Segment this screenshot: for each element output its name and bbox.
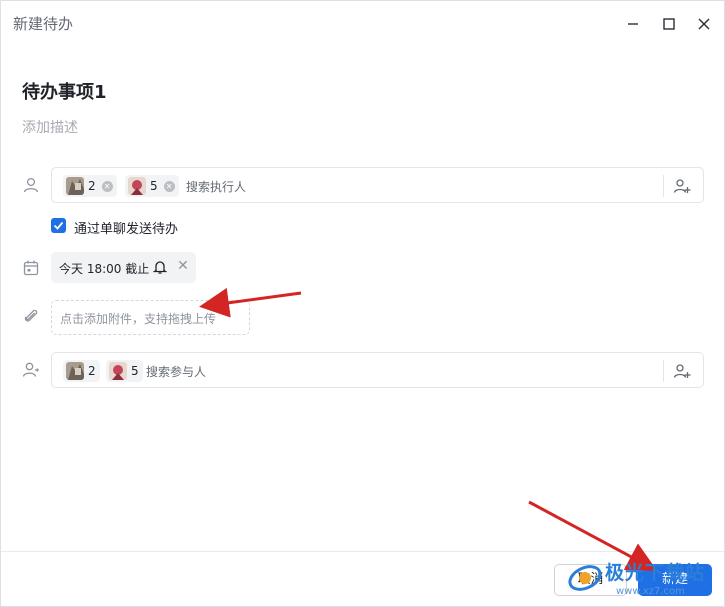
- avatar: [66, 362, 84, 380]
- add-user-icon[interactable]: [673, 177, 691, 195]
- calendar-icon: [22, 259, 40, 277]
- new-todo-window: 新建待办 待办事项1 添加描述 2 ✕ 5 ✕ 搜索执行人 通过单聊发送待办 今…: [0, 0, 725, 607]
- participant-icon: [22, 361, 40, 379]
- attachment-placeholder: 点击添加附件，支持拖拽上传: [60, 312, 217, 326]
- send-via-chat-label: 通过单聊发送待办: [74, 222, 179, 237]
- watermark-url: www.xz7.com: [616, 586, 685, 597]
- send-via-chat-checkbox[interactable]: [51, 218, 66, 233]
- minimize-icon[interactable]: [624, 15, 642, 33]
- watermark-text: 极光下载站: [605, 562, 706, 584]
- assignee-picker[interactable]: 2 ✕ 5 ✕ 搜索执行人: [51, 167, 704, 203]
- avatar: [66, 177, 84, 195]
- footer-divider: [1, 551, 724, 552]
- due-date-text: 今天 18:00 截止: [59, 262, 150, 276]
- title-bar: 新建待办: [1, 1, 724, 47]
- chip-label: 5: [150, 179, 158, 193]
- watermark-logo-icon: [568, 565, 602, 591]
- assignee-chip[interactable]: 2 ✕: [63, 175, 117, 197]
- task-title[interactable]: 待办事项1: [22, 78, 107, 104]
- window-title: 新建待办: [13, 15, 74, 33]
- add-user-icon[interactable]: [673, 362, 691, 380]
- maximize-icon[interactable]: [660, 15, 678, 33]
- participant-search-input[interactable]: 搜索参与人: [146, 363, 206, 380]
- chip-label: 2: [88, 179, 96, 193]
- participant-picker[interactable]: 2 5 搜索参与人: [51, 352, 704, 388]
- avatar: [128, 177, 146, 195]
- due-date-pill[interactable]: 今天 18:00 截止 ✕: [51, 252, 196, 283]
- attachment-dropzone[interactable]: 点击添加附件，支持拖拽上传: [51, 300, 250, 335]
- paperclip-icon: [22, 307, 40, 325]
- divider: [663, 175, 664, 197]
- remove-icon[interactable]: ✕: [176, 258, 190, 276]
- description-field[interactable]: 添加描述: [22, 117, 78, 137]
- user-icon: [22, 176, 40, 194]
- bell-icon[interactable]: [153, 260, 167, 274]
- participant-chip[interactable]: 2: [63, 360, 100, 382]
- avatar: [109, 362, 127, 380]
- assignee-search-input[interactable]: 搜索执行人: [186, 178, 246, 195]
- watermark: 极光下载站 www.xz7.com: [566, 556, 721, 604]
- participant-chip[interactable]: 5: [106, 360, 143, 382]
- assignee-chip[interactable]: 5 ✕: [125, 175, 179, 197]
- chip-label: 5: [131, 364, 139, 378]
- chip-remove-icon[interactable]: ✕: [163, 180, 175, 192]
- chip-label: 2: [88, 364, 96, 378]
- checkmark-icon: [53, 221, 64, 230]
- chip-remove-icon[interactable]: ✕: [101, 180, 113, 192]
- divider: [663, 360, 664, 382]
- close-icon[interactable]: [695, 15, 713, 33]
